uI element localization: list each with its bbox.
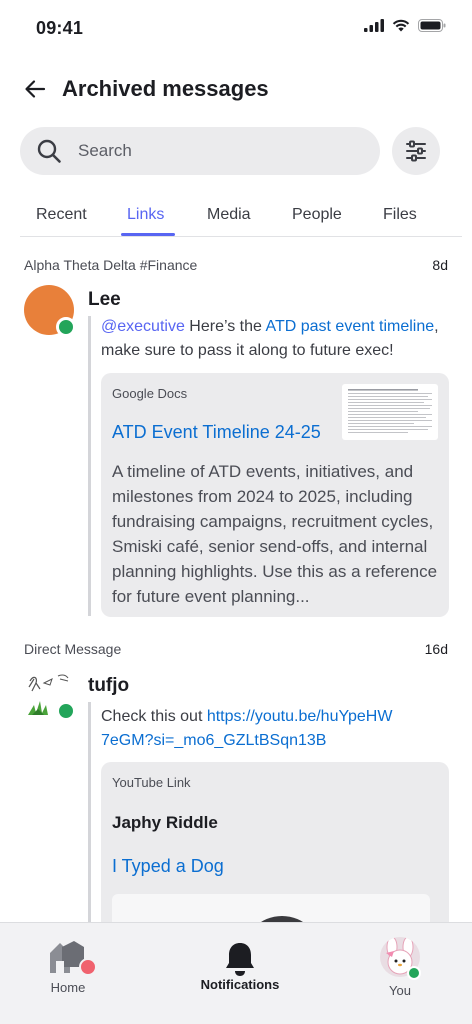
tab-recent[interactable]: Recent	[36, 206, 87, 224]
cellular-signal-icon	[364, 19, 384, 32]
bottom-navigation: Home Notifications You	[0, 922, 472, 1024]
message-link[interactable]: ATD past event timeline	[265, 318, 434, 335]
back-arrow-icon	[25, 80, 46, 98]
author-name[interactable]: tufjo	[88, 675, 129, 697]
active-tab-indicator	[121, 233, 175, 236]
embed-author[interactable]: Japhy Riddle	[112, 813, 218, 833]
author-name[interactable]: Lee	[88, 289, 121, 311]
message-text: Check this out https://youtu.be/huYpeHW7…	[101, 708, 393, 749]
tab-links[interactable]: Links	[127, 206, 164, 224]
back-button[interactable]	[20, 74, 50, 104]
search-icon	[36, 138, 62, 164]
channel-name: Direct Message	[24, 641, 122, 657]
filter-button[interactable]	[392, 127, 440, 175]
nav-you[interactable]: You	[340, 923, 460, 1024]
bell-icon	[226, 943, 254, 976]
unread-badge	[79, 958, 96, 976]
nav-label-notifications: Notifications	[200, 977, 280, 992]
message-thread-line	[88, 702, 91, 922]
tab-people[interactable]: People	[292, 206, 342, 224]
online-status-indicator	[407, 966, 421, 980]
home-icon	[50, 941, 96, 976]
message-age: 8d	[432, 257, 448, 273]
page-title: Archived messages	[62, 76, 269, 101]
battery-icon	[418, 19, 446, 32]
tab-bar: Recent Links Media People Files	[20, 196, 462, 237]
message-text: @executive Here’s the ATD past event tim…	[101, 318, 439, 359]
user-mention[interactable]: @executive	[101, 318, 185, 335]
embed-title[interactable]: I Typed a Dog	[112, 856, 224, 877]
tab-media[interactable]: Media	[207, 206, 251, 224]
nav-notifications[interactable]: Notifications	[176, 923, 296, 1024]
sliders-icon	[406, 140, 426, 162]
nav-label-you: You	[389, 983, 411, 998]
online-status-indicator	[56, 701, 76, 721]
online-status-indicator	[56, 317, 76, 337]
link-embed-card[interactable]: Google Docs ATD Event Timeline 24-25 A t…	[101, 373, 449, 617]
embed-title[interactable]: ATD Event Timeline 24-25	[112, 422, 321, 443]
header: Archived messages	[0, 70, 472, 110]
message-age: 16d	[424, 641, 448, 657]
document-thumbnail	[342, 384, 438, 440]
tab-files[interactable]: Files	[383, 206, 417, 224]
search-bar[interactable]	[20, 127, 380, 175]
embed-provider: YouTube Link	[112, 775, 191, 790]
nav-home[interactable]: Home	[8, 923, 128, 1024]
link-embed-card[interactable]: YouTube Link Japhy Riddle I Typed a Dog	[101, 762, 449, 954]
search-input[interactable]	[78, 141, 338, 161]
status-time: 09:41	[36, 18, 84, 38]
status-bar: 09:41	[0, 0, 472, 56]
channel-name: Alpha Theta Delta #Finance	[24, 257, 198, 273]
wifi-icon	[392, 19, 410, 32]
embed-description: A timeline of ATD events, initiatives, a…	[112, 462, 438, 606]
message-thread-line	[88, 316, 91, 616]
embed-provider: Google Docs	[112, 386, 188, 401]
status-icons	[364, 19, 446, 32]
nav-label-home: Home	[50, 980, 86, 995]
